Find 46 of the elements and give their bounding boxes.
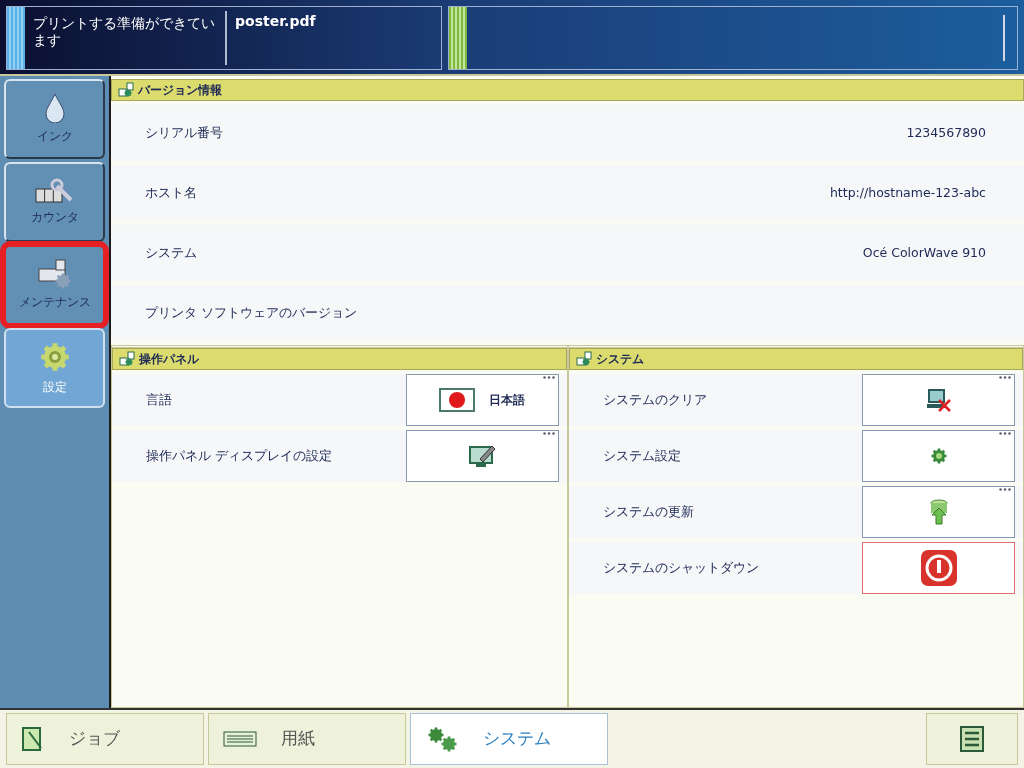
section-title: 操作パネル (139, 351, 199, 368)
bottom-tab[interactable]: システム (410, 713, 608, 765)
bottom-tab[interactable]: 用紙 (208, 713, 406, 765)
sidebar-item[interactable]: 設定 (4, 328, 105, 408)
progress-stripe (449, 7, 467, 69)
info-label: ホスト名 (145, 183, 198, 202)
paper-stack-icon (223, 731, 257, 747)
sidebar-item[interactable]: インク (4, 79, 105, 159)
setting-label: システム設定 (602, 446, 682, 465)
progress-marker (1003, 15, 1005, 61)
menu-icon (960, 726, 984, 752)
setting-button[interactable] (405, 430, 559, 482)
status-message: プリントする準備ができています (25, 11, 227, 65)
maintenance-gear-icon (37, 259, 72, 289)
counter-wrench-icon (34, 178, 75, 204)
computer-x-icon (925, 388, 952, 412)
bottom-tab[interactable]: ジョブ (6, 713, 204, 765)
setting-button[interactable]: 日本語 (405, 374, 559, 426)
setting-label: システムの更新 (602, 502, 695, 521)
info-value: 1234567890 (906, 123, 986, 142)
upload-arrow-icon (928, 499, 949, 525)
setting-button[interactable] (862, 542, 1015, 594)
section-title: システム (595, 351, 644, 368)
setting-label: 言語 (146, 390, 173, 409)
section-icon (118, 82, 134, 98)
section-icon (119, 351, 135, 367)
info-label: システム (145, 243, 198, 262)
menu-button[interactable] (926, 713, 1018, 765)
sidebar-item[interactable]: カウンタ (4, 162, 105, 242)
setting-label: システムのクリア (602, 390, 708, 409)
setting-button[interactable] (862, 374, 1015, 426)
setting-label: システムのシャットダウン (602, 558, 760, 577)
section-title: バージョン情報 (138, 82, 222, 99)
info-value: Océ ColorWave 910 (862, 243, 986, 262)
power-icon (919, 549, 958, 587)
japan-flag-icon (439, 388, 475, 412)
info-value: http://hostname-123-abc (829, 183, 986, 202)
job-name: poster.pdf (234, 12, 317, 31)
setting-label: 操作パネル ディスプレイの設定 (146, 446, 333, 465)
drop-icon (44, 93, 65, 123)
status-stripe (7, 7, 25, 69)
section-icon (575, 351, 592, 367)
monitor-pen-icon (468, 443, 496, 469)
info-label: プリンタ ソフトウェアのバージョン (145, 303, 358, 322)
document-icon (21, 726, 45, 752)
info-label: シリアル番号 (145, 123, 224, 142)
